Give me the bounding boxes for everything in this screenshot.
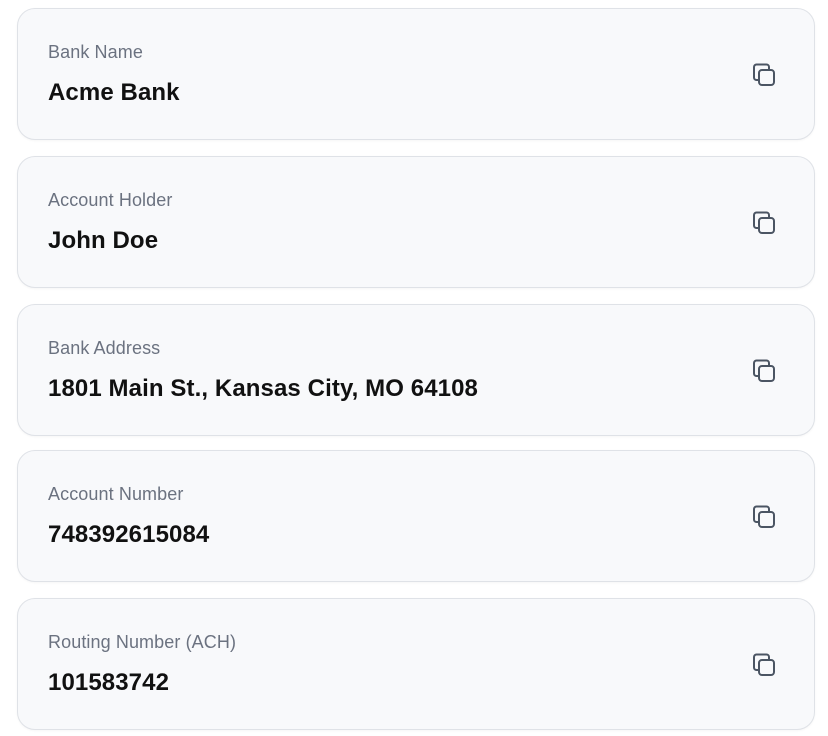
account-number-label: Account Number <box>48 484 184 504</box>
routing-number-label: Routing Number (ACH) <box>48 632 237 652</box>
copy-icon <box>749 208 779 238</box>
routing-number-card: Routing Number (ACH) 101583742 <box>17 598 815 730</box>
copy-bank-address-button[interactable] <box>744 351 784 391</box>
account-holder-label: Account Holder <box>48 190 173 210</box>
routing-number-value: 101583742 <box>48 669 170 696</box>
bank-address-value: 1801 Main St., Kansas City, MO 64108 <box>48 375 479 402</box>
account-holder-card: Account Holder John Doe <box>17 156 815 288</box>
copy-bank-name-button[interactable] <box>744 55 784 95</box>
copy-icon <box>749 650 779 680</box>
copy-routing-number-button[interactable] <box>744 645 784 685</box>
bank-details-list: Bank Name Acme Bank Account Holder John … <box>0 0 828 736</box>
account-holder-value: John Doe <box>48 227 159 254</box>
bank-name-value: Acme Bank <box>48 79 180 106</box>
bank-address-label: Bank Address <box>48 338 161 358</box>
copy-account-holder-button[interactable] <box>744 203 784 243</box>
bank-address-card: Bank Address 1801 Main St., Kansas City,… <box>17 304 815 436</box>
copy-account-number-button[interactable] <box>744 497 784 537</box>
bank-name-card: Bank Name Acme Bank <box>17 8 815 140</box>
copy-icon <box>749 502 779 532</box>
bank-name-label: Bank Name <box>48 42 143 62</box>
copy-icon <box>749 60 779 90</box>
account-number-card: Account Number 748392615084 <box>17 450 815 582</box>
account-number-value: 748392615084 <box>48 521 210 548</box>
copy-icon <box>749 356 779 386</box>
